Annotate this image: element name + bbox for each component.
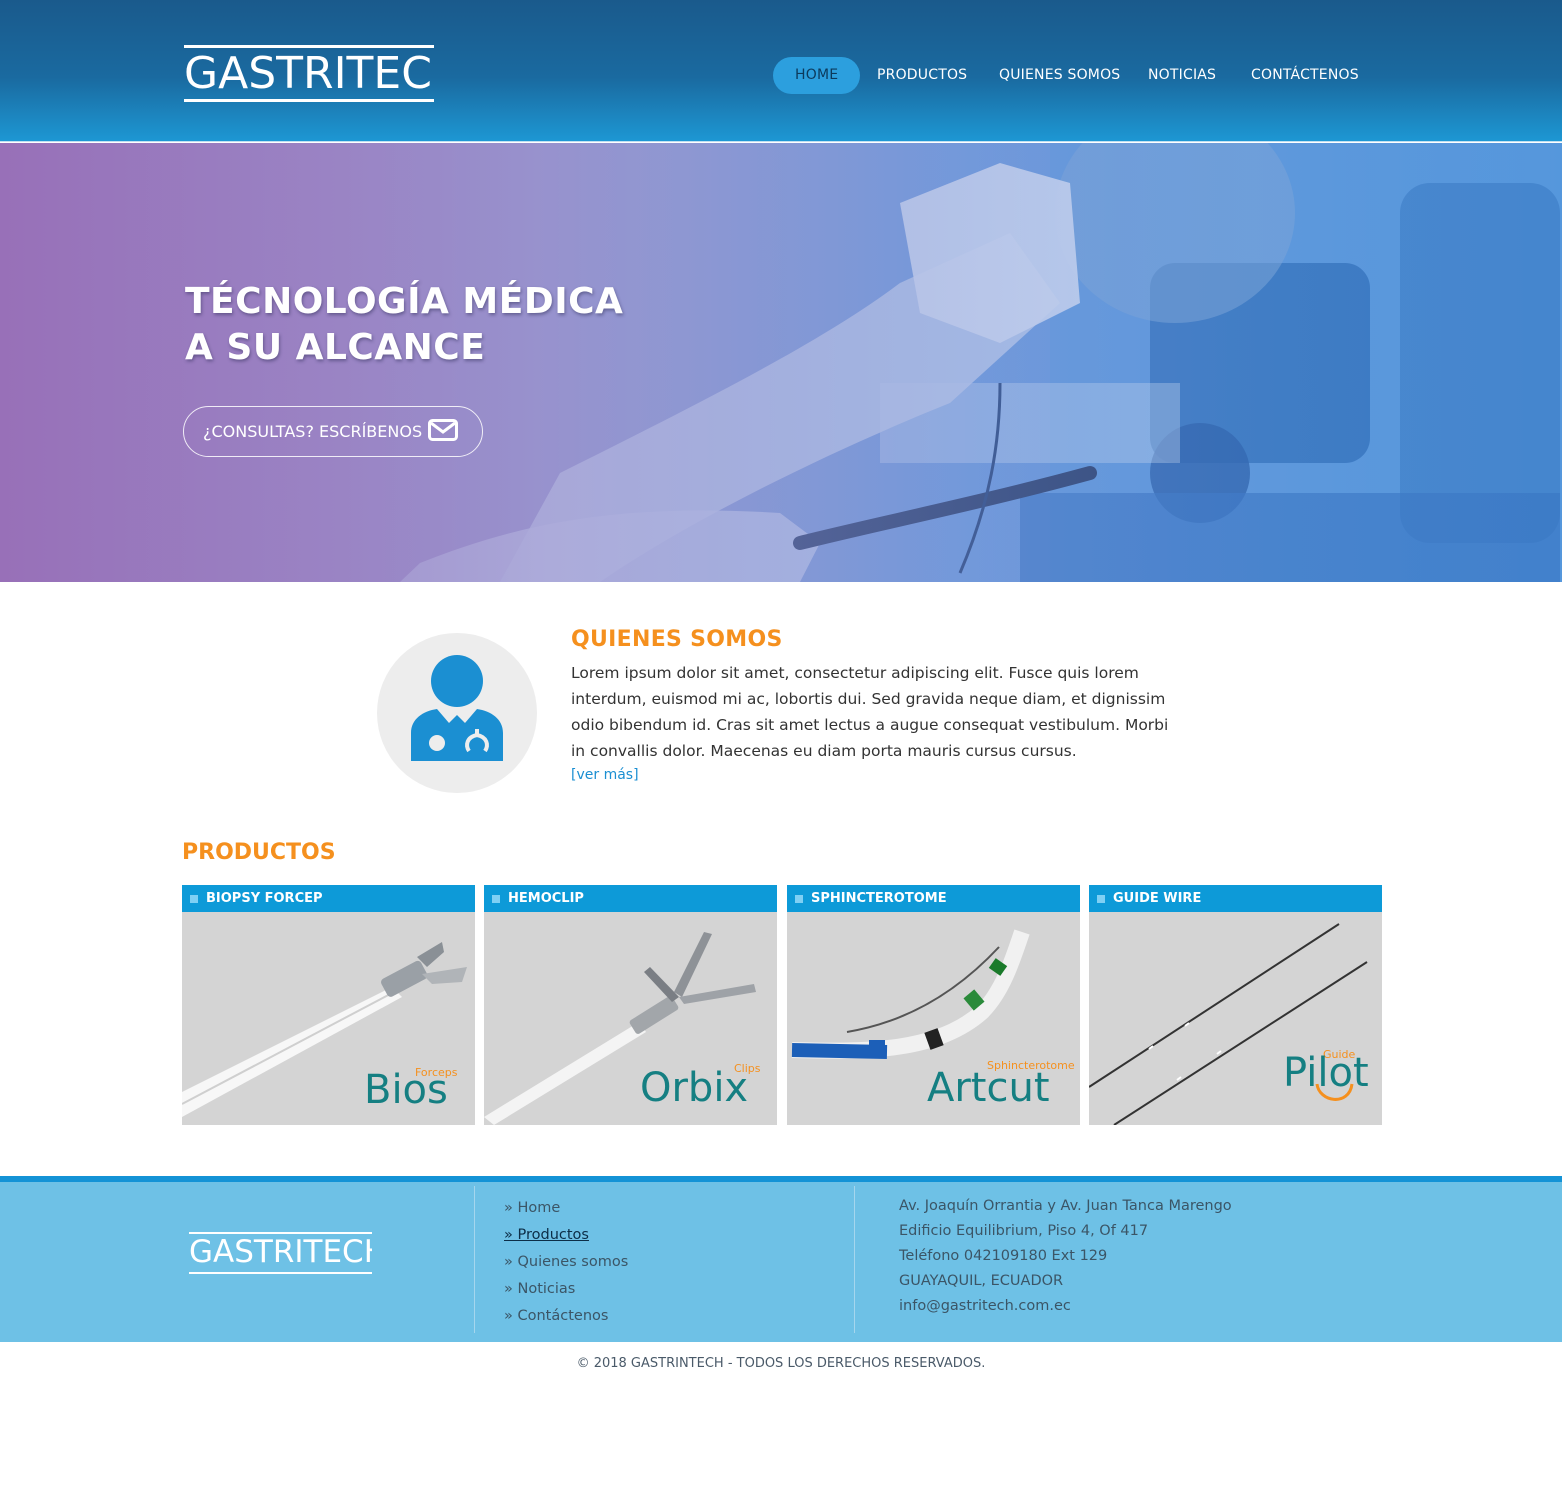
product-brand: Pilot <box>1283 1050 1369 1096</box>
footer-divider <box>854 1186 855 1333</box>
main-nav: HOME PRODUCTOS QUIENES SOMOS NOTICIAS CO… <box>773 57 1373 94</box>
footer-address-line1: Av. Joaquín Orrantia y Av. Juan Tanca Ma… <box>899 1198 1232 1214</box>
product-card-title-text: SPHINCTEROTOME <box>811 891 947 906</box>
footer-city: GUAYAQUIL, ECUADOR <box>899 1273 1064 1289</box>
about-avatar <box>377 633 537 793</box>
hero-title-line2: A SU ALCANCE <box>185 327 486 368</box>
copyright: © 2018 GASTRINTECH - TODOS LOS DERECHOS … <box>576 1356 986 1371</box>
product-brand: Bios <box>364 1067 448 1113</box>
product-card-biopsy-forcep[interactable]: BIOPSY FORCEP Forceps Bios <box>182 885 475 1125</box>
footer-phone: Teléfono 042109180 Ext 129 <box>899 1248 1108 1264</box>
hero-title-line1: TÉCNOLOGÍA MÉDICA <box>185 281 624 322</box>
nav-quienes-somos[interactable]: QUIENES SOMOS <box>977 57 1142 94</box>
products-title: PRODUCTOS <box>182 840 336 865</box>
product-card-title: SPHINCTEROTOME <box>787 885 1080 912</box>
envelope-icon <box>428 419 458 441</box>
footer-links: » Home » Productos » Quienes somos » Not… <box>504 1195 628 1330</box>
doctor-icon <box>411 655 503 761</box>
nav-contactenos[interactable]: CONTÁCTENOS <box>1229 57 1381 94</box>
nav-productos[interactable]: PRODUCTOS <box>855 57 989 94</box>
product-card-hemoclip[interactable]: HEMOCLIP Clips Orbix <box>484 885 777 1125</box>
product-card-title-text: BIOPSY FORCEP <box>206 891 323 906</box>
site-logo[interactable]: GASTRITECH <box>184 45 434 102</box>
footer-link-home[interactable]: » Home <box>504 1195 628 1222</box>
footer-address-line2: Edificio Equilibrium, Piso 4, Of 417 <box>899 1223 1149 1239</box>
about-more-link[interactable]: [ver más] <box>571 767 639 783</box>
product-card-title: HEMOCLIP <box>484 885 777 912</box>
product-card-guide-wire[interactable]: GUIDE WIRE Guide Pilot <box>1089 885 1382 1125</box>
footer-link-productos[interactable]: » Productos <box>504 1222 628 1249</box>
footer-logo[interactable]: GASTRITECH <box>189 1232 372 1274</box>
about-title: QUIENES SOMOS <box>571 627 783 652</box>
footer-link-noticias[interactable]: » Noticias <box>504 1276 628 1303</box>
product-brand: Orbix <box>640 1065 749 1111</box>
product-card-sphincterotome[interactable]: SPHINCTEROTOME Sphincterotome Artcut <box>787 885 1080 1125</box>
hero-title: TÉCNOLOGÍA MÉDICA A SU ALCANCE <box>185 279 623 371</box>
product-card-title: BIOPSY FORCEP <box>182 885 475 912</box>
site-header: GASTRITECH HOME PRODUCTOS QUIENES SOMOS … <box>0 0 1562 142</box>
hero-banner: TÉCNOLOGÍA MÉDICA A SU ALCANCE ¿CONSULTA… <box>0 143 1562 582</box>
footer-link-quienes-somos[interactable]: » Quienes somos <box>504 1249 628 1276</box>
footer-contact: Av. Joaquín Orrantia y Av. Juan Tanca Ma… <box>899 1194 1232 1319</box>
contact-cta-button[interactable]: ¿CONSULTAS? ESCRÍBENOS <box>183 406 483 457</box>
footer-divider <box>474 1186 475 1333</box>
footer-link-contactenos[interactable]: » Contáctenos <box>504 1303 628 1330</box>
footer-email[interactable]: info@gastritech.com.ec <box>899 1294 1232 1319</box>
product-card-title: GUIDE WIRE <box>1089 885 1382 912</box>
nav-noticias[interactable]: NOTICIAS <box>1126 57 1238 94</box>
contact-cta-label: ¿CONSULTAS? ESCRÍBENOS <box>203 422 423 441</box>
product-card-title-text: GUIDE WIRE <box>1113 891 1202 906</box>
product-card-title-text: HEMOCLIP <box>508 891 584 906</box>
about-text: Lorem ipsum dolor sit amet, consectetur … <box>571 664 1169 760</box>
nav-home[interactable]: HOME <box>773 57 861 94</box>
product-brand: Artcut <box>927 1065 1050 1111</box>
